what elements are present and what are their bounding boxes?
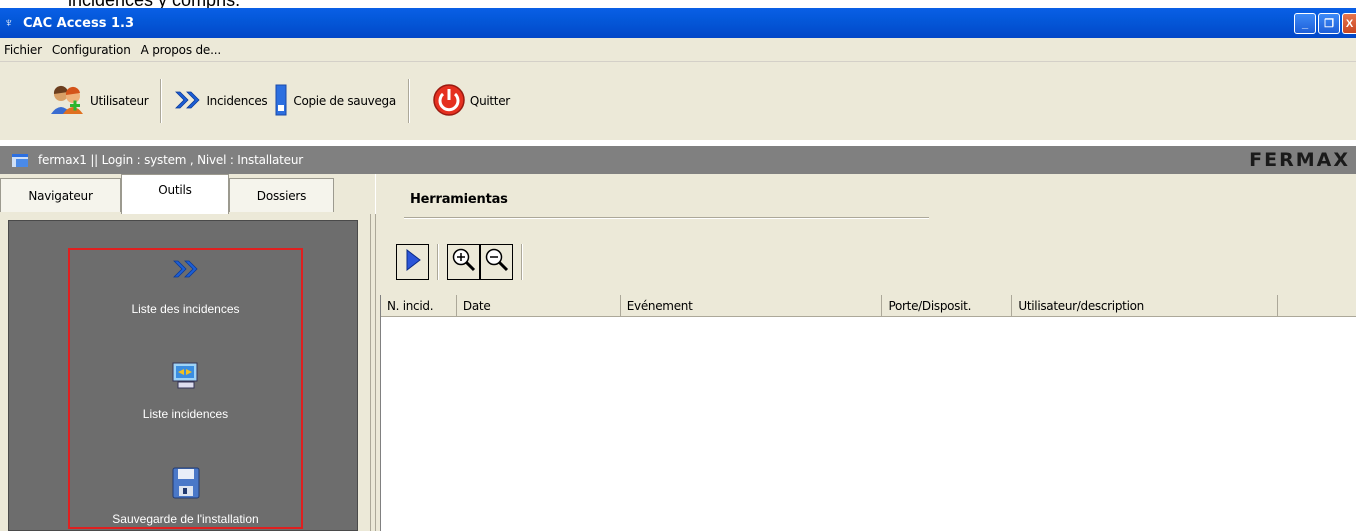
incidences-button-label: Incidences	[206, 94, 268, 108]
tool-label: Liste des incidences	[131, 302, 240, 316]
tab-outils[interactable]: Outils	[121, 174, 229, 214]
window-title: CAC Access 1.3	[23, 15, 134, 31]
tab-strip: Navigateur Outils Dossiers	[0, 174, 375, 214]
tab-navigateur[interactable]: Navigateur	[0, 178, 121, 212]
session-info-bar: fermax1 || Login : system , Nivel : Inst…	[0, 146, 1356, 174]
column-header[interactable]: Date	[457, 295, 621, 317]
user-button[interactable]: Utilisateur	[50, 81, 149, 121]
toolbar-separator	[160, 79, 163, 123]
toolbar-separator	[437, 243, 439, 280]
column-header[interactable]: Utilisateur/description	[1012, 295, 1279, 317]
users-icon	[50, 84, 86, 119]
tool-liste-incidences[interactable]: Liste incidences	[68, 360, 303, 421]
column-header-filler	[1278, 295, 1356, 317]
backup-icon	[273, 83, 289, 120]
tab-dossiers[interactable]: Dossiers	[229, 178, 334, 212]
grid-toolbar	[380, 229, 1356, 294]
zoom-in-button[interactable]	[447, 243, 480, 280]
tool-liste-des-incidences[interactable]: Liste des incidences	[68, 258, 303, 316]
toolbar-separator	[407, 79, 410, 123]
zoom-in-icon	[451, 247, 477, 276]
window-icon	[12, 153, 28, 167]
backup-button[interactable]: Copie de sauvega	[273, 81, 396, 121]
column-header[interactable]: Evénement	[621, 295, 883, 317]
floppy-disk-icon	[171, 466, 201, 503]
menu-fichier[interactable]: Fichier	[0, 43, 47, 57]
incidents-table: N. incid. Date Evénement Porte/Disposit.…	[380, 295, 1356, 531]
app-icon: ♆	[4, 15, 14, 30]
table-header: N. incid. Date Evénement Porte/Disposit.…	[381, 295, 1356, 317]
main-toolbar: Utilisateur Incidences Copie de sauvega	[0, 62, 1356, 140]
tool-label: Liste incidences	[142, 407, 229, 421]
column-header[interactable]: N. incid.	[381, 295, 457, 317]
menu-configuration[interactable]: Configuration	[47, 43, 136, 57]
zoom-out-button[interactable]	[480, 243, 513, 280]
heading-divider	[404, 217, 929, 219]
play-icon	[404, 248, 422, 275]
fermax-logo: FERMAX	[1249, 149, 1350, 171]
play-button[interactable]	[396, 243, 429, 280]
computer-list-icon	[170, 360, 202, 395]
menu-a-propos[interactable]: A propos de...	[136, 43, 226, 57]
zoom-out-icon	[484, 247, 510, 276]
column-header[interactable]: Porte/Disposit.	[882, 295, 1013, 317]
incidences-button[interactable]: Incidences	[174, 81, 268, 121]
close-button[interactable]: X	[1342, 13, 1356, 34]
menu-bar: Fichier Configuration A propos de...	[0, 38, 1356, 62]
title-bar: ♆ CAC Access 1.3 _ ❐ X	[0, 8, 1356, 38]
restore-button[interactable]: ❐	[1318, 13, 1340, 34]
section-heading: Herramientas	[410, 192, 508, 207]
quit-button[interactable]: Quitter	[432, 81, 510, 121]
minimize-button[interactable]: _	[1294, 13, 1316, 34]
power-icon	[432, 83, 466, 120]
double-chevron-icon	[174, 89, 202, 114]
user-button-label: Utilisateur	[90, 94, 149, 108]
content-area: Herramientas N. incid. Date Evénement Po…	[376, 174, 1356, 531]
tool-sauvegarde[interactable]: Sauvegarde de l'installation	[68, 466, 303, 526]
double-chevron-icon	[172, 258, 200, 283]
backup-button-label: Copie de sauvega	[293, 94, 396, 108]
toolbar-separator	[521, 243, 523, 280]
login-info: fermax1 || Login : system , Nivel : Inst…	[38, 153, 303, 167]
quit-button-label: Quitter	[469, 94, 510, 108]
tool-label: Sauvegarde de l'installation	[112, 512, 259, 526]
